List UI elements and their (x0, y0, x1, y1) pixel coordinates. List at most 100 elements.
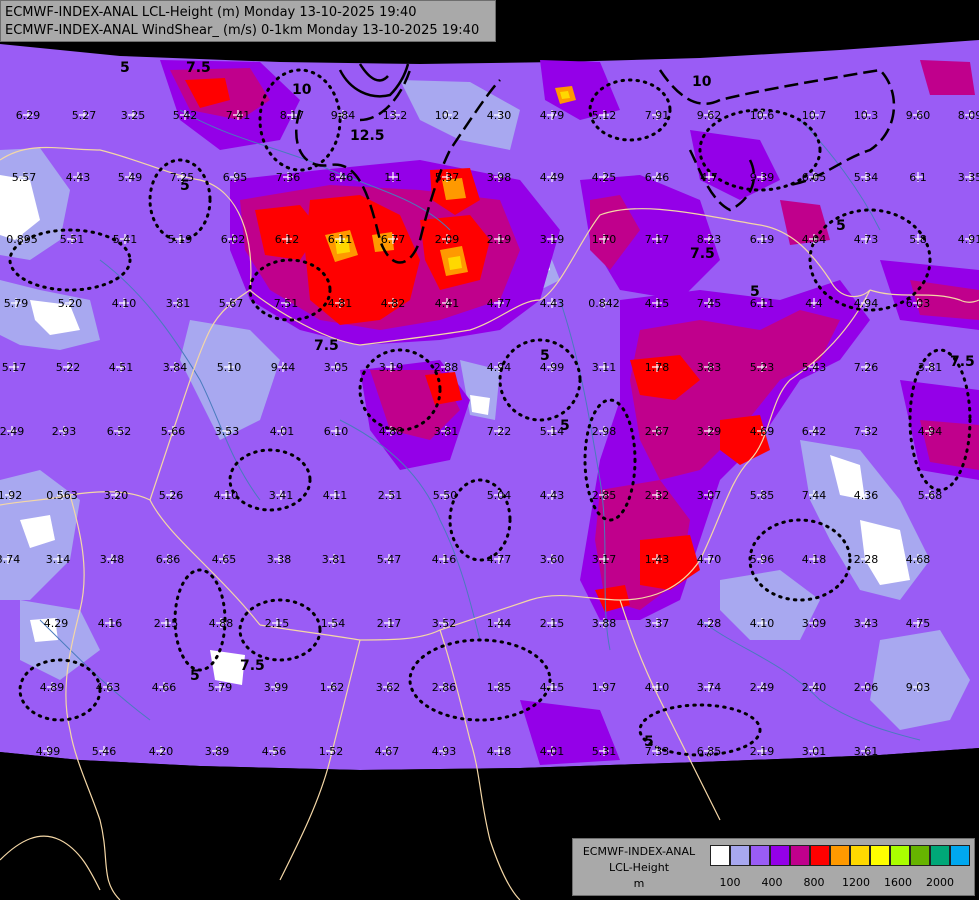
grid-point: 4.16 (432, 553, 457, 566)
legend-tick: 1600 (884, 876, 912, 889)
grid-point: 4.30 (487, 109, 512, 122)
grid-point: 6.29 (16, 109, 41, 122)
point-value: 7.91 (645, 109, 670, 122)
grid-point: 6.05 (802, 171, 827, 184)
point-value: 6.77 (381, 233, 406, 246)
legend: ECMWF-INDEX-ANAL LCL-Height m 100 400 800 1… (572, 838, 975, 896)
point-value: 5.57 (12, 171, 37, 184)
point-value: 2.67 (645, 425, 670, 438)
point-value: 3.19 (379, 361, 404, 374)
point-value: 9.62 (697, 109, 722, 122)
point-value: 4.43 (540, 489, 565, 502)
point-value: 4.15 (540, 681, 565, 694)
point-value: 2.88 (434, 361, 459, 374)
point-value: 4.18 (487, 745, 512, 758)
grid-point: 5.8 (909, 233, 927, 246)
shear-contour-label: 10 (692, 74, 712, 90)
grid-point: 9.39 (750, 171, 775, 184)
shear-contour-label: 5 (120, 60, 130, 76)
grid-point: 3.11 (592, 361, 617, 374)
legend-swatch (850, 845, 870, 866)
grid-point: 4.10 (214, 489, 239, 502)
point-value: 3.60 (540, 553, 565, 566)
grid-point: 5.14 (540, 425, 565, 438)
point-value: 2.17 (377, 617, 402, 630)
grid-point: 4.36 (854, 489, 879, 502)
grid-point: 8.09 (958, 109, 979, 122)
point-value: 4.04 (802, 233, 827, 246)
legend-swatch (930, 845, 950, 866)
point-value: 3.38 (267, 553, 292, 566)
point-value: 2.85 (592, 489, 617, 502)
grid-point: 6.11 (328, 233, 353, 246)
grid-point: 5.67 (219, 297, 244, 310)
grid-point: 4.82 (381, 297, 406, 310)
grid-point: 0.563 (46, 489, 78, 502)
point-value: 4.75 (906, 617, 931, 630)
grid-point: 2.19 (487, 233, 512, 246)
grid-point: 3.05 (324, 361, 349, 374)
point-value: 3.53 (215, 425, 240, 438)
grid-point: 4.18 (802, 553, 827, 566)
grid-point: 7.26 (854, 361, 879, 374)
grid-point: 4.15 (540, 681, 565, 694)
point-value: 5.17 (2, 361, 27, 374)
grid-point: 3.60 (540, 553, 565, 566)
point-value: 3.29 (697, 425, 722, 438)
point-value: 5.12 (592, 109, 617, 122)
point-value: 3.88 (592, 617, 617, 630)
grid-point: 4.28 (697, 617, 722, 630)
point-value: 3.81 (434, 425, 459, 438)
grid-point: 7.22 (487, 425, 512, 438)
grid-point: 4.66 (152, 681, 177, 694)
shear-contour-label: 5 (836, 218, 846, 234)
grid-point: 5.57 (12, 171, 37, 184)
point-value: 5.26 (159, 489, 184, 502)
grid-point: 4.43 (66, 171, 91, 184)
point-value: 3.74 (0, 553, 20, 566)
grid-point: 2.49 (0, 425, 24, 438)
point-value: 7.26 (854, 361, 879, 374)
grid-point: 4.99 (36, 745, 61, 758)
grid-point: 4.94 (918, 425, 943, 438)
point-value: 1.1 (384, 171, 402, 184)
grid-point: 5.19 (168, 233, 193, 246)
point-value: 3.35 (958, 171, 979, 184)
grid-point: 7.32 (854, 425, 879, 438)
point-value: 4.29 (44, 617, 69, 630)
point-value: 4.10 (214, 489, 239, 502)
point-value: 5.23 (750, 361, 775, 374)
point-value: 9.44 (271, 361, 296, 374)
grid-point: 6.52 (107, 425, 132, 438)
point-value: 6.42 (802, 425, 827, 438)
grid-point: 3.61 (854, 745, 879, 758)
grid-point: 3.43 (854, 617, 879, 630)
grid-point: 5.96 (750, 553, 775, 566)
grid-point: 4.41 (435, 297, 460, 310)
point-value: 0.895 (6, 233, 38, 246)
point-value: 1.54 (321, 617, 346, 630)
point-value: 5.41 (113, 233, 138, 246)
point-value: 7.44 (802, 489, 827, 502)
grid-point: 5.68 (918, 489, 943, 502)
grid-point: 4.04 (802, 233, 827, 246)
legend-swatch (770, 845, 790, 866)
point-value: 1.92 (0, 489, 22, 502)
legend-swatch (890, 845, 910, 866)
grid-point: 4.4 (805, 297, 823, 310)
point-value: 5.79 (4, 297, 29, 310)
point-value: 3.62 (376, 681, 401, 694)
legend-color-scale (710, 845, 970, 866)
grid-point: 9.03 (906, 681, 931, 694)
grid-point: 3.81 (918, 361, 943, 374)
point-value: 6.1 (909, 171, 927, 184)
point-value: 4.77 (487, 297, 512, 310)
grid-point: 7.41 (226, 109, 251, 122)
point-value: 10.3 (854, 109, 879, 122)
point-value: 10.7 (802, 109, 827, 122)
grid-point: 4.18 (487, 745, 512, 758)
shear-contour-label: 7.5 (950, 354, 975, 370)
grid-point: 7.45 (697, 297, 722, 310)
grid-point: 3.25 (121, 109, 146, 122)
point-value: 6.52 (107, 425, 132, 438)
